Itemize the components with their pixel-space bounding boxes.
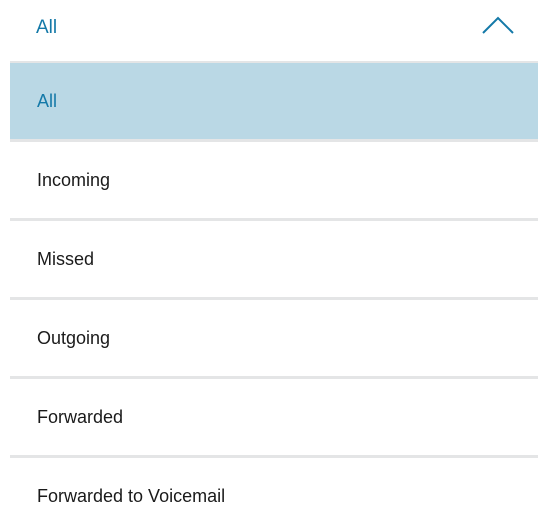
option-outgoing[interactable]: Outgoing [10,300,538,379]
option-missed[interactable]: Missed [10,221,538,300]
option-forwarded[interactable]: Forwarded [10,379,538,458]
option-all[interactable]: All [10,61,538,142]
dropdown-toggle[interactable]: All [0,0,538,58]
option-label: Forwarded [37,407,124,427]
option-label: Forwarded to Voicemail [37,486,226,506]
chevron-up-icon[interactable] [481,13,515,35]
option-label: Outgoing [37,328,111,348]
option-forwarded-to-voicemail[interactable]: Forwarded to Voicemail [10,458,538,531]
option-label: Missed [37,249,95,269]
filter-option-list: All Incoming Missed Outgoing Forwarded F… [10,61,538,531]
call-filter-dropdown: All All Incoming Missed Outgoing Forward… [0,0,538,531]
selected-filter-label: All [36,17,58,38]
option-label: All [37,91,58,111]
option-label: Incoming [37,170,111,190]
option-incoming[interactable]: Incoming [10,142,538,221]
